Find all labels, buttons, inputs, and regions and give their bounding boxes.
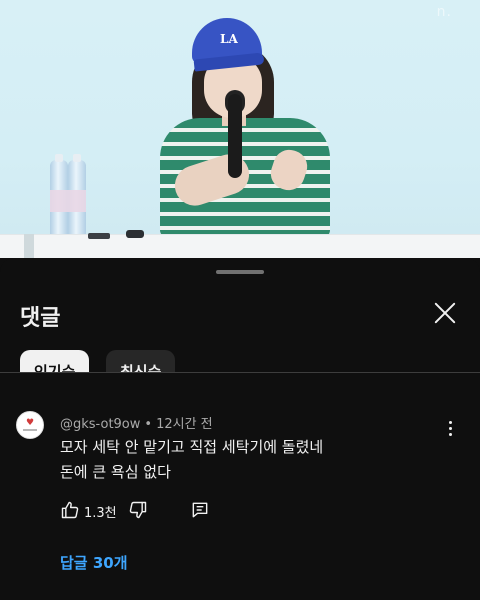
- comment-meta: @gks-ot9ow • 12시간 전: [60, 413, 213, 432]
- comment-actions: 1.3천: [60, 500, 260, 522]
- cap-logo: LA: [220, 32, 238, 46]
- meta-separator: •: [144, 417, 153, 432]
- avatar[interactable]: ♥: [16, 411, 44, 439]
- comment-text-line: 돈에 큰 욕심 없다: [60, 463, 171, 481]
- desk: [0, 234, 480, 258]
- view-replies-button[interactable]: 답글 30개: [60, 552, 128, 573]
- speaker-figure: LA: [150, 10, 340, 238]
- more-vert-icon[interactable]: [440, 419, 460, 439]
- water-bottle: [68, 154, 86, 240]
- comment-text-line: 모자 세탁 안 맡기고 직접 세탁기에 돌렸네: [60, 438, 324, 456]
- close-icon[interactable]: [428, 296, 462, 330]
- sort-chip-newest[interactable]: 최신순: [106, 350, 176, 372]
- sort-chip-top[interactable]: 인기순: [20, 350, 90, 372]
- drag-handle[interactable]: [216, 270, 264, 274]
- broadcaster-watermark: n.: [436, 4, 452, 20]
- thumb-up-icon[interactable]: [60, 500, 80, 520]
- microphone: [228, 94, 242, 178]
- comment-item: ♥ @gks-ot9ow • 12시간 전 모자 세탁 안 맡기고 직접 세탁기에 …: [0, 373, 480, 600]
- water-bottle: [50, 154, 68, 240]
- comments-panel: 댓글 인기순 최신순 ♥ @gks-ot9ow • 12시간 전 모자 세탁 안 맡…: [0, 258, 480, 600]
- comment-author[interactable]: @gks-ot9ow: [60, 417, 140, 432]
- video-player[interactable]: n. LA: [0, 0, 480, 258]
- like-count: 1.3천: [84, 506, 117, 521]
- desk-edge: [24, 234, 34, 258]
- sort-chips: 인기순 최신순: [20, 350, 460, 372]
- comments-title: 댓글: [20, 306, 61, 331]
- thumb-down-icon[interactable]: [128, 500, 148, 520]
- desk-phone: [88, 233, 110, 239]
- reply-icon[interactable]: [190, 500, 210, 520]
- comment-time: 12시간 전: [156, 417, 213, 432]
- desk-pen: [126, 230, 144, 238]
